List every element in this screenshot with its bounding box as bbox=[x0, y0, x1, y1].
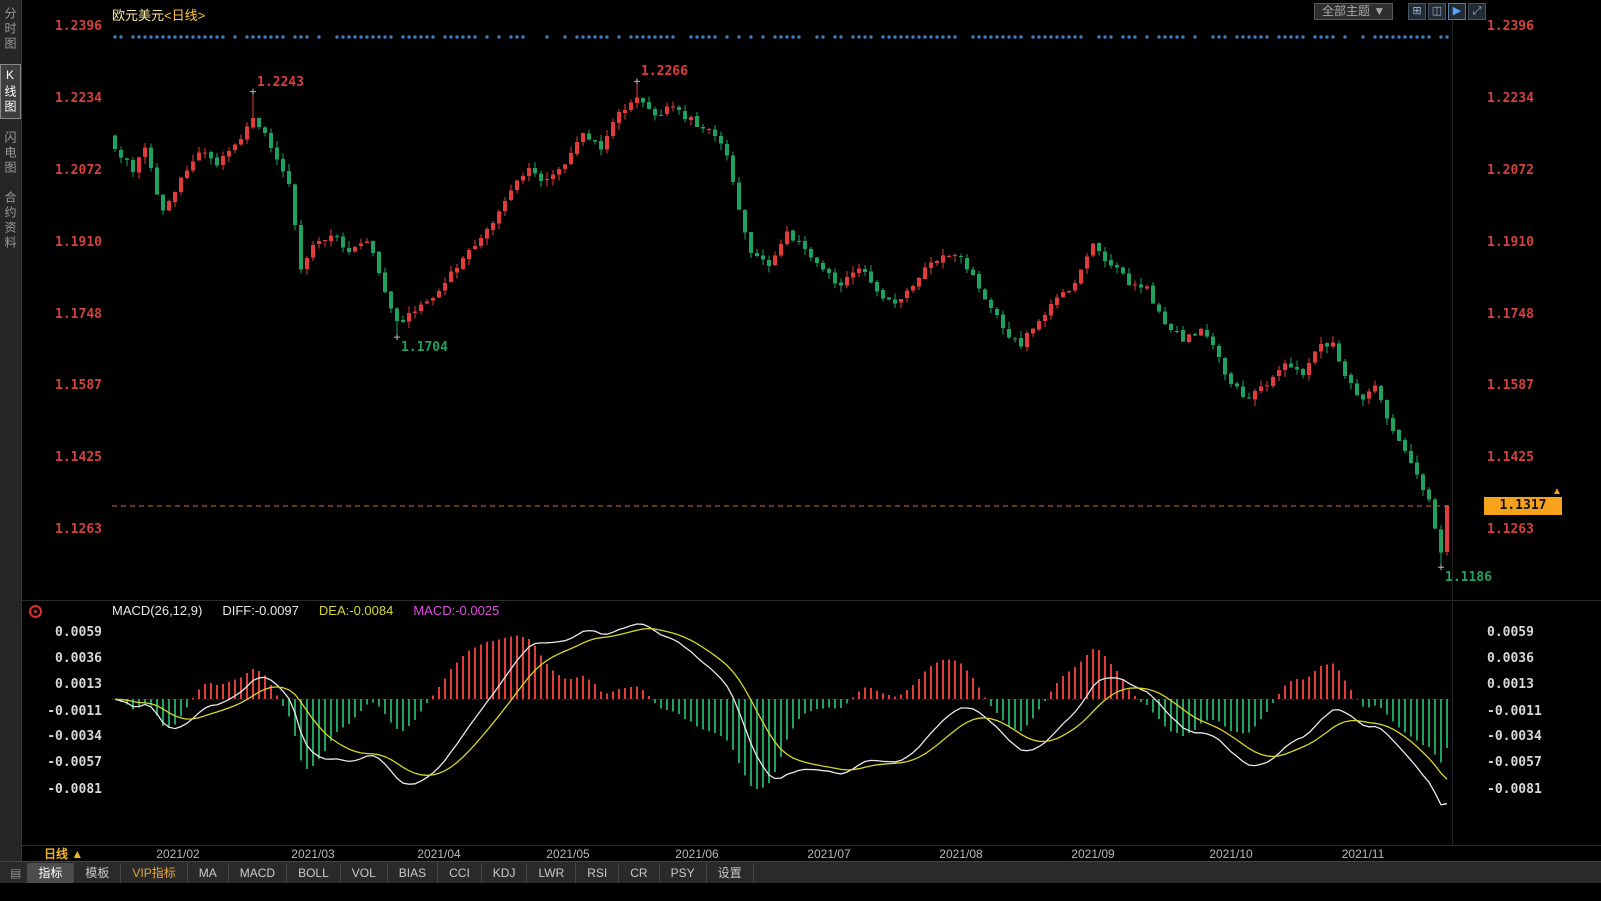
macd-title: MACD(26,12,9) bbox=[112, 603, 202, 618]
toolbar-tab-7[interactable]: BIAS bbox=[388, 863, 438, 883]
toolbar-tab-10[interactable]: LWR bbox=[527, 863, 576, 883]
toolbar-tab-13[interactable]: PSY bbox=[660, 863, 707, 883]
chart-canvas[interactable] bbox=[0, 0, 1601, 901]
toolbar-tab-5[interactable]: BOLL bbox=[287, 863, 341, 883]
toolbar-tab-2[interactable]: VIP指标 bbox=[121, 863, 187, 883]
last-price-tag: 1.1317 bbox=[1484, 497, 1562, 515]
sidebar-item-1[interactable]: K线图 bbox=[0, 64, 21, 119]
period-text: 日线 bbox=[44, 847, 68, 861]
theme-dropdown[interactable]: 全部主题 ▼ bbox=[1314, 3, 1393, 20]
toolbar-tab-11[interactable]: RSI bbox=[576, 863, 619, 883]
period-name: <日线> bbox=[164, 8, 205, 23]
expand-panel-icon[interactable]: ⤢ bbox=[1468, 3, 1486, 20]
toolbar-tab-0[interactable]: 指标 bbox=[27, 863, 74, 883]
toolbar-tab-14[interactable]: 设置 bbox=[707, 863, 754, 883]
toolbar-menu-icon[interactable]: ▤ bbox=[4, 866, 27, 880]
toolbar-tab-6[interactable]: VOL bbox=[341, 863, 388, 883]
price-up-arrow-icon: ▲ bbox=[1552, 486, 1562, 497]
layout-grid-icon[interactable]: ⊞ bbox=[1408, 3, 1426, 20]
toolbar-tab-12[interactable]: CR bbox=[619, 863, 659, 883]
sidebar: 分时图 K线图闪电图合约资料 bbox=[0, 0, 22, 861]
macd-macd-value: MACD:-0.0025 bbox=[413, 603, 499, 618]
chart-title: 欧元美元<日线> bbox=[112, 5, 205, 24]
indicator-toolbar: ▤ 指标模板VIP指标MAMACDBOLLVOLBIASCCIKDJLWRRSI… bbox=[0, 861, 1601, 883]
play-panel-icon[interactable]: ▶ bbox=[1448, 3, 1466, 20]
toolbar-tab-9[interactable]: KDJ bbox=[482, 863, 528, 883]
toolbar-tab-1[interactable]: 模板 bbox=[74, 863, 121, 883]
macd-dea-value: DEA:-0.0084 bbox=[319, 603, 393, 618]
indicator-target-icon[interactable] bbox=[29, 605, 42, 618]
macd-diff-value: DIFF:-0.0097 bbox=[222, 603, 299, 618]
period-selector[interactable]: 日线 ▲ bbox=[44, 845, 83, 862]
symbol-name: 欧元美元 bbox=[112, 8, 164, 23]
layout-split-icon[interactable]: ◫ bbox=[1428, 3, 1446, 20]
macd-header: MACD(26,12,9) DIFF:-0.0097 DEA:-0.0084 M… bbox=[112, 603, 499, 618]
toolbar-tab-3[interactable]: MA bbox=[188, 863, 229, 883]
toolbar-tab-4[interactable]: MACD bbox=[229, 863, 287, 883]
sidebar-item-0[interactable]: 分时图 bbox=[1, 4, 20, 55]
sidebar-item-2[interactable]: 闪电图 bbox=[1, 128, 20, 179]
period-arrow-icon: ▲ bbox=[71, 847, 83, 861]
sidebar-item-3[interactable]: 合约资料 bbox=[1, 188, 20, 254]
toolbar-tab-8[interactable]: CCI bbox=[438, 863, 482, 883]
